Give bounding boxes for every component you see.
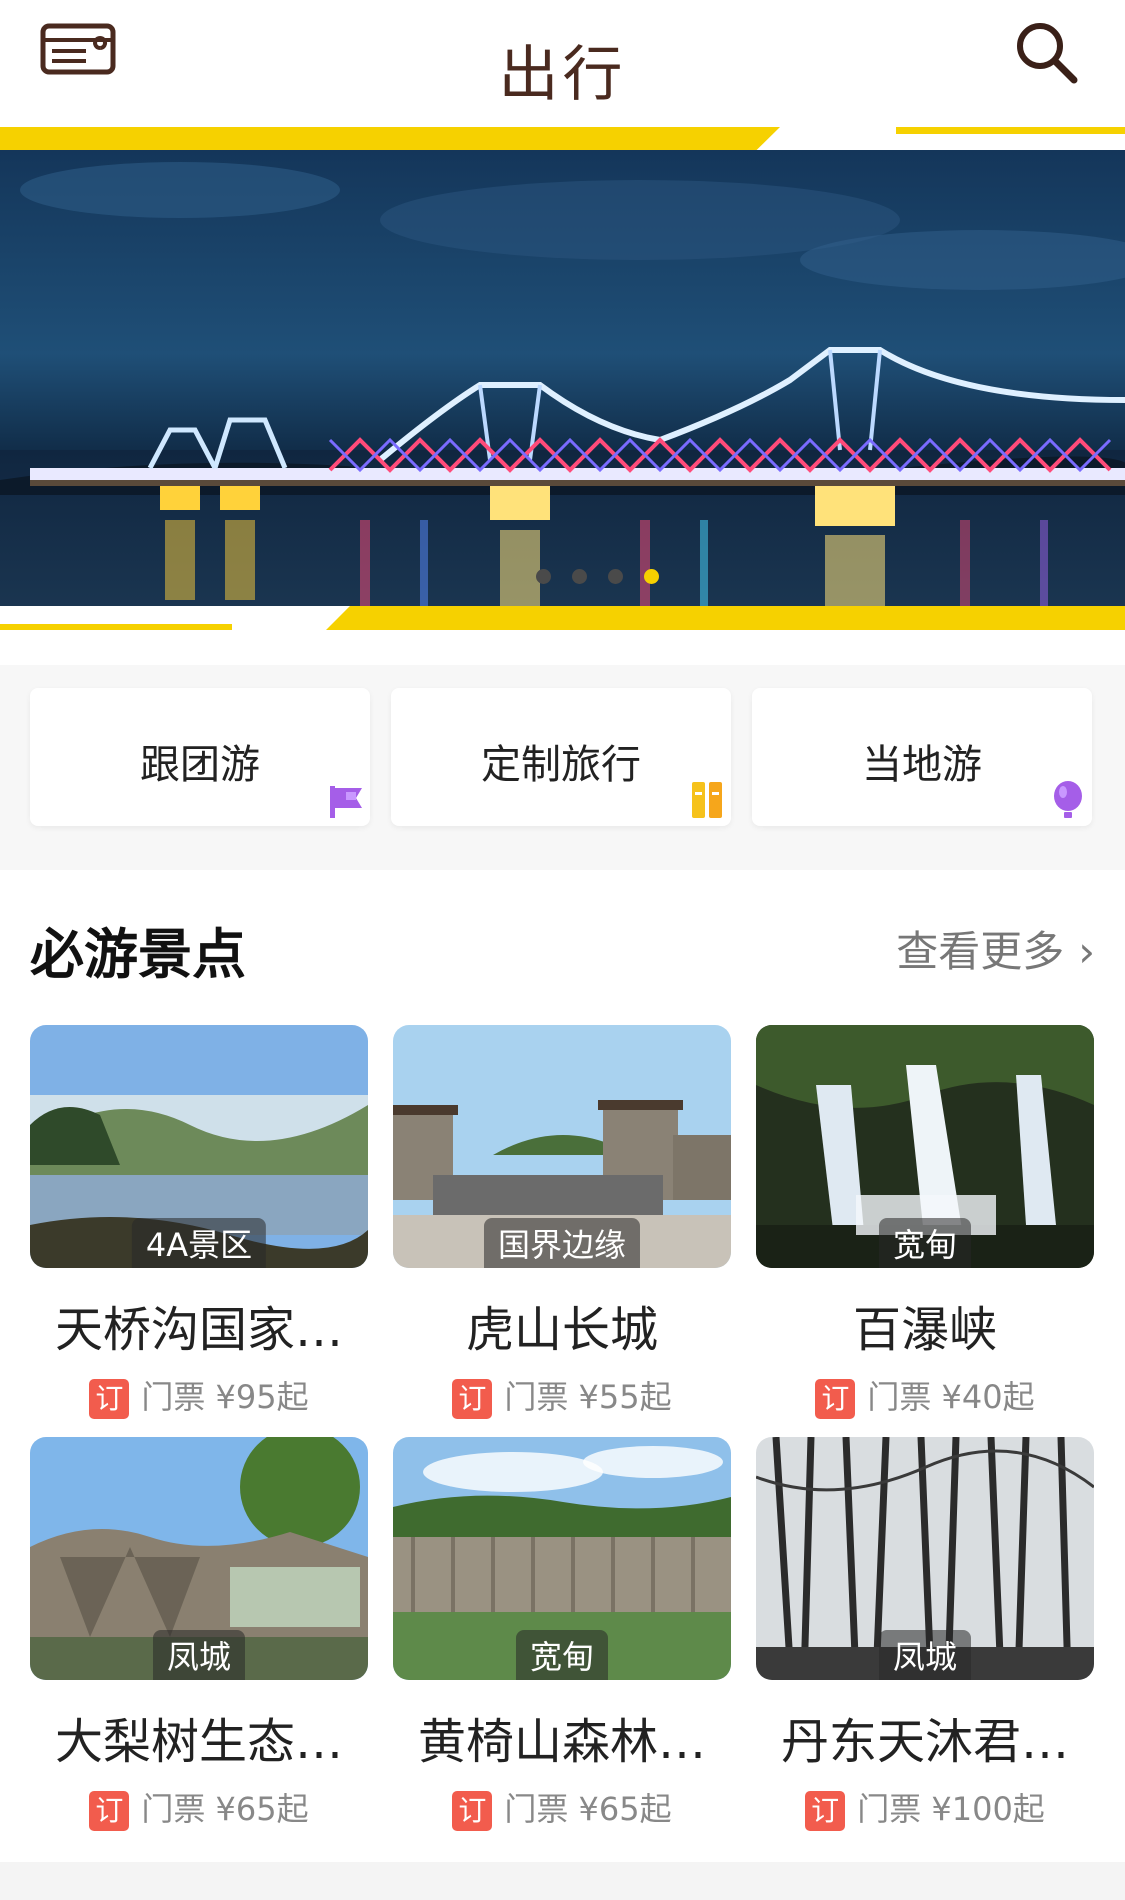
section-title: 必游景点 — [30, 923, 246, 986]
balloon-icon — [1054, 781, 1082, 818]
spot-price: 订门票 ¥100起 — [756, 1784, 1094, 1831]
price-text: 门票 ¥95起 — [141, 1378, 309, 1416]
banner-carousel[interactable] — [0, 150, 1125, 606]
order-badge: 订 — [89, 1791, 130, 1831]
carousel-dot[interactable] — [572, 569, 587, 584]
carousel-indicator — [0, 569, 1125, 584]
order-badge: 订 — [815, 1379, 856, 1419]
spot-name: 丹东天沐君… — [780, 1714, 1069, 1770]
banner-image — [0, 150, 1125, 606]
carousel-dot-active[interactable] — [644, 569, 659, 584]
spot-price: 订门票 ¥40起 — [756, 1372, 1094, 1419]
search-icon[interactable] — [1012, 18, 1082, 88]
order-badge: 订 — [452, 1379, 493, 1419]
spot-image: 宽甸 — [756, 1025, 1094, 1268]
view-more-link[interactable]: 查看更多 › — [896, 918, 1095, 979]
spot-card[interactable]: 凤城 丹东天沐君… 订门票 ¥100起 — [756, 1437, 1094, 1831]
spot-image: 凤城 — [30, 1437, 368, 1680]
spot-tag: 宽甸 — [515, 1630, 609, 1680]
spot-name: 大梨树生态… — [54, 1714, 343, 1770]
chevron-right-icon: › — [1078, 927, 1095, 976]
price-text: 门票 ¥40起 — [867, 1378, 1035, 1416]
spot-card[interactable]: 4A景区 天桥沟国家… 订门票 ¥95起 — [30, 1025, 368, 1419]
spot-image: 宽甸 — [393, 1437, 731, 1680]
spot-tag: 凤城 — [878, 1630, 972, 1680]
spot-card[interactable]: 宽甸 百瀑峡 订门票 ¥40起 — [756, 1025, 1094, 1419]
order-badge: 订 — [89, 1379, 130, 1419]
spot-tag: 国界边缘 — [483, 1218, 641, 1268]
bottom-divider — [0, 1862, 1125, 1900]
spot-card[interactable]: 宽甸 黄椅山森林… 订门票 ¥65起 — [393, 1437, 731, 1831]
category-card-custom-travel[interactable]: 定制旅行 — [391, 688, 731, 826]
category-card-group-tour[interactable]: 跟团游 — [30, 688, 370, 826]
decor-stripe — [0, 624, 232, 630]
spot-tag: 4A景区 — [131, 1218, 267, 1268]
spot-name: 百瀑峡 — [852, 1302, 997, 1358]
spot-tag: 宽甸 — [878, 1218, 972, 1268]
price-text: 门票 ¥65起 — [504, 1790, 672, 1828]
spot-tag: 凤城 — [152, 1630, 246, 1680]
flag-icon — [330, 786, 362, 818]
spot-price: 订门票 ¥55起 — [393, 1372, 731, 1419]
spot-image: 凤城 — [756, 1437, 1094, 1680]
decor-stripe — [0, 127, 780, 150]
decor-stripe — [326, 606, 1125, 630]
category-label: 跟团游 — [140, 742, 260, 788]
spot-image: 国界边缘 — [393, 1025, 731, 1268]
decor-stripe — [896, 127, 1125, 134]
columns-icon — [692, 782, 722, 818]
carousel-dot[interactable] — [536, 569, 551, 584]
price-text: 门票 ¥55起 — [504, 1378, 672, 1416]
view-more-label: 查看更多 — [896, 927, 1065, 976]
spot-name: 黄椅山森林… — [417, 1714, 706, 1770]
category-label: 定制旅行 — [481, 742, 641, 788]
spot-image: 4A景区 — [30, 1025, 368, 1268]
spot-price: 订门票 ¥65起 — [30, 1784, 368, 1831]
spot-price: 订门票 ¥95起 — [30, 1372, 368, 1419]
spot-name: 虎山长城 — [465, 1302, 658, 1358]
page-title: 出行 — [498, 40, 627, 110]
carousel-dot[interactable] — [608, 569, 623, 584]
spot-card[interactable]: 凤城 大梨树生态… 订门票 ¥65起 — [30, 1437, 368, 1831]
spot-name: 天桥沟国家… — [54, 1302, 343, 1358]
order-badge: 订 — [452, 1791, 493, 1831]
top-bar: 出行 — [0, 0, 1125, 150]
price-text: 门票 ¥65起 — [141, 1790, 309, 1828]
price-text: 门票 ¥100起 — [857, 1790, 1045, 1828]
order-badge: 订 — [805, 1791, 846, 1831]
category-card-local-tour[interactable]: 当地游 — [752, 688, 1092, 826]
spot-price: 订门票 ¥65起 — [393, 1784, 731, 1831]
category-label: 当地游 — [862, 742, 982, 788]
spot-card[interactable]: 国界边缘 虎山长城 订门票 ¥55起 — [393, 1025, 731, 1419]
